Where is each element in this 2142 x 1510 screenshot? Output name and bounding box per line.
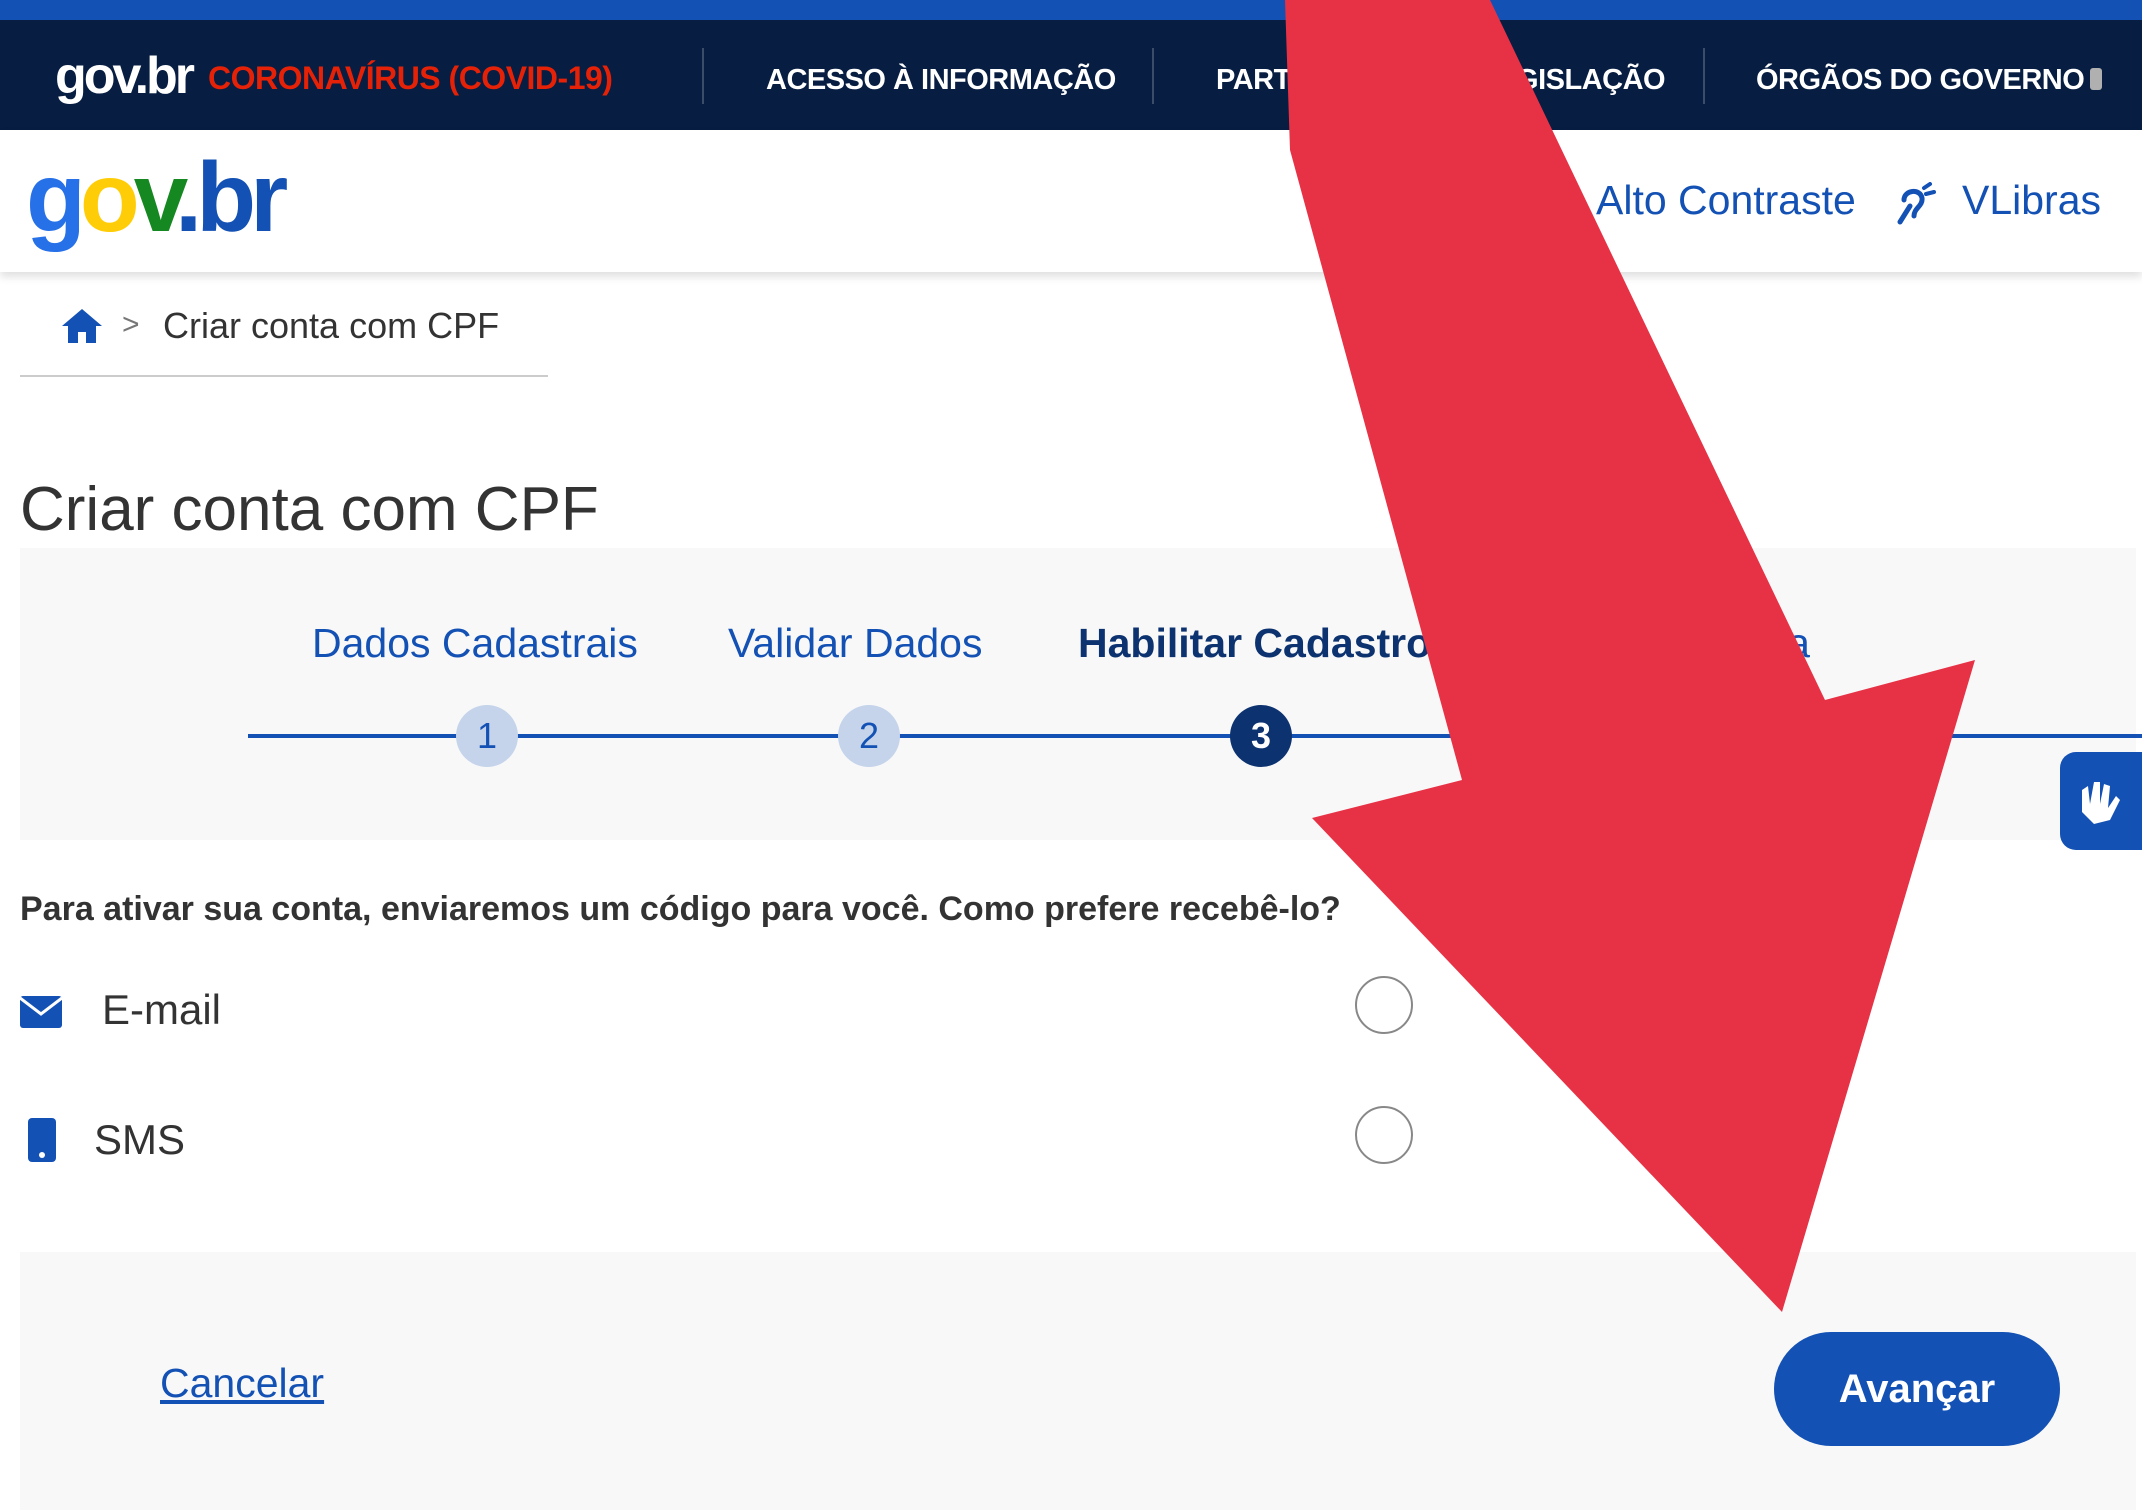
delivery-question: Para ativar sua conta, enviaremos um cód… [20, 890, 1341, 928]
topbar-legislacao[interactable]: LEGISLAÇÃO [1480, 64, 1666, 97]
sign-language-icon [1897, 182, 1936, 225]
vlibras-link[interactable]: VLibras [1962, 177, 2101, 224]
mobile-phone-icon [28, 1118, 56, 1162]
step-circle-3: 3 [1230, 705, 1292, 767]
option-email-label: E-mail [102, 986, 222, 1033]
breadcrumb-divider [20, 375, 548, 377]
step-circle-1: 1 [456, 705, 518, 767]
govbr-small-logo[interactable]: gov.br [55, 46, 195, 106]
top-accent-strip [0, 0, 2142, 20]
stepper-track [248, 734, 2142, 738]
site-header: gov.br Alto Contraste VLibras [0, 130, 2142, 272]
govbr-logo[interactable]: gov.br [26, 148, 288, 246]
sms-radio[interactable] [1355, 1106, 1413, 1164]
vlibras-widget[interactable] [2060, 752, 2142, 850]
option-sms-label: SMS [94, 1116, 186, 1163]
government-top-bar: gov.br CORONAVÍRUS (COVID-19) ACESSO À I… [0, 20, 2142, 130]
breadcrumb-separator: > [122, 308, 140, 341]
hands-icon [2082, 782, 2120, 824]
topbar-divider [1703, 48, 1705, 104]
envelope-icon [20, 996, 62, 1028]
form-actions: Cancelar Avançar [20, 1252, 2136, 1510]
page-title: Criar conta com CPF [20, 474, 599, 544]
step-circle-2: 2 [838, 705, 900, 767]
topbar-divider [1152, 48, 1154, 104]
step-circle-4: 4 [1670, 705, 1732, 767]
cancel-link[interactable]: Cancelar [160, 1360, 324, 1407]
topbar-participe[interactable]: PARTICIPE [1216, 64, 1365, 97]
home-icon[interactable] [60, 306, 104, 346]
step-label-1: Dados Cadastrais [312, 620, 638, 666]
more-menu-icon[interactable] [2090, 68, 2102, 90]
step-label-4: Cadastrar Senha [1500, 620, 1810, 666]
breadcrumb-current: Criar conta com CPF [163, 305, 500, 346]
progress-stepper: Dados Cadastrais 1 Validar Dados 2 Habil… [20, 548, 2142, 840]
step-label-2: Validar Dados [728, 620, 983, 666]
topbar-acesso-informacao[interactable]: ACESSO À INFORMAÇÃO [766, 64, 1116, 97]
high-contrast-toggle[interactable]: Alto Contraste [1596, 177, 1856, 224]
covid-link[interactable]: CORONAVÍRUS (COVID-19) [208, 60, 613, 97]
step-label-3: Habilitar Cadastro [1078, 620, 1432, 666]
topbar-orgaos-governo[interactable]: ÓRGÃOS DO GOVERNO [1756, 64, 2085, 97]
topbar-divider [702, 48, 704, 104]
email-radio[interactable] [1355, 976, 1413, 1034]
advance-button[interactable]: Avançar [1774, 1332, 2060, 1446]
